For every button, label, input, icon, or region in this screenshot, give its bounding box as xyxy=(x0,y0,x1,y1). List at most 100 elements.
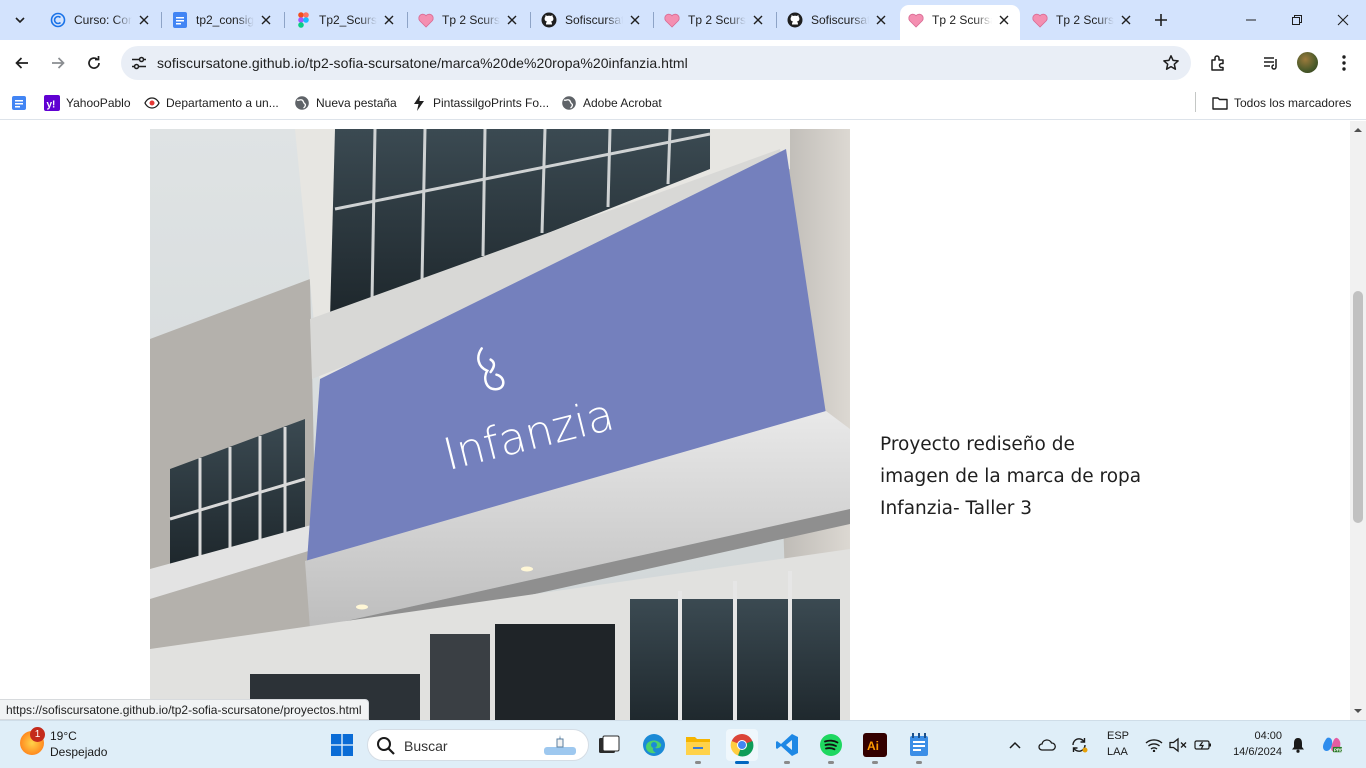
taskbar-search[interactable]: Buscar xyxy=(367,729,589,761)
svg-text:PRE: PRE xyxy=(1334,747,1342,752)
close-icon[interactable] xyxy=(873,12,889,28)
tab-tp2-consigna[interactable]: tp2_consigna xyxy=(164,6,282,34)
site-settings-icon[interactable] xyxy=(129,53,149,73)
bookmark-label: PintassilgoPrints Fo... xyxy=(433,96,550,110)
bookmarks-divider xyxy=(1195,92,1196,112)
copilot-icon: PRE xyxy=(1323,737,1342,752)
restore-icon xyxy=(1292,15,1302,25)
tab-github[interactable]: Sofiscursatone xyxy=(779,6,897,34)
heart-icon xyxy=(418,12,434,28)
new-tab-button[interactable] xyxy=(1150,9,1172,31)
vscode-app[interactable] xyxy=(771,729,803,764)
link-status-bar: https://sofiscursatone.github.io/tp2-sof… xyxy=(0,699,369,720)
heart-icon xyxy=(1032,12,1048,28)
chrome-app[interactable] xyxy=(726,729,758,764)
heart-icon xyxy=(664,12,680,28)
profile-avatar[interactable] xyxy=(1297,52,1318,73)
bookmark-docs[interactable] xyxy=(11,92,33,114)
tab-github[interactable]: Sofiscursatone xyxy=(533,6,651,34)
docs-icon xyxy=(11,95,27,111)
close-icon[interactable] xyxy=(136,12,152,28)
tab-title: Curso: Comunicación xyxy=(74,13,132,27)
close-icon[interactable] xyxy=(504,12,520,28)
close-window-button[interactable] xyxy=(1320,0,1366,40)
search-icon xyxy=(377,737,395,755)
forward-button[interactable] xyxy=(42,47,74,79)
tab-search-button[interactable] xyxy=(8,8,32,32)
page-scrollbar[interactable] xyxy=(1350,121,1366,720)
notepad-app[interactable] xyxy=(903,729,935,764)
minimize-button[interactable] xyxy=(1228,0,1274,40)
restore-button[interactable] xyxy=(1274,0,1320,40)
battery-button[interactable] xyxy=(1193,735,1213,755)
scroll-up-arrow-icon[interactable] xyxy=(1354,126,1362,134)
scroll-down-arrow-icon[interactable] xyxy=(1354,707,1362,715)
minimize-icon xyxy=(1246,19,1256,21)
folder-icon xyxy=(1212,95,1228,111)
sync-button[interactable] xyxy=(1069,735,1089,755)
tab-title: Tp2_Scursatone xyxy=(319,13,377,27)
bookmark-departamento[interactable]: Departamento a un... xyxy=(144,92,279,114)
reload-button[interactable] xyxy=(78,47,110,79)
media-control-icon[interactable] xyxy=(1259,51,1283,75)
illustrator-app[interactable]: Ai xyxy=(859,729,891,764)
close-icon[interactable] xyxy=(627,12,643,28)
weather-condition: Despejado xyxy=(50,745,108,759)
task-view-button[interactable] xyxy=(593,729,625,761)
close-icon xyxy=(1337,14,1349,26)
wifi-icon xyxy=(1145,739,1163,752)
tab-curso[interactable]: Curso: Comunicación xyxy=(42,6,160,34)
menu-icon[interactable] xyxy=(1332,51,1356,75)
close-icon[interactable] xyxy=(750,12,766,28)
keyboard-layout: LAA xyxy=(1107,746,1128,758)
edge-icon xyxy=(643,734,665,756)
wifi-button[interactable] xyxy=(1144,735,1164,755)
bookmark-star-icon[interactable] xyxy=(1161,53,1181,73)
start-button[interactable] xyxy=(326,729,358,761)
tab-strip: Curso: Comunicación tp2_consigna Tp2_Scu… xyxy=(0,0,1366,40)
project-image: Infanzia xyxy=(150,129,850,720)
page-content: Infanzia Proyecto rediseño de imagen de … xyxy=(0,121,1350,720)
bookmark-adobe-acrobat[interactable]: Adobe Acrobat xyxy=(561,92,662,114)
address-bar[interactable]: sofiscursatone.github.io/tp2-sofia-scurs… xyxy=(121,46,1191,80)
onedrive-button[interactable] xyxy=(1037,735,1057,755)
arrow-right-icon xyxy=(52,57,65,69)
spotify-app[interactable] xyxy=(815,729,847,764)
tab-tp2-scursatone[interactable]: Tp 2 Scursatone xyxy=(656,6,774,34)
back-button[interactable] xyxy=(6,47,38,79)
bookmark-label: Nueva pestaña xyxy=(316,96,397,110)
tab-divider xyxy=(530,12,531,28)
bookmark-yahoopablo[interactable]: y! YahooPablo xyxy=(44,92,131,114)
tab-figma[interactable]: Tp2_Scursatone xyxy=(287,6,405,34)
volume-button[interactable] xyxy=(1168,735,1188,755)
file-explorer-app[interactable] xyxy=(682,729,714,764)
plus-icon xyxy=(1155,14,1167,26)
all-bookmarks-button[interactable]: Todos los marcadores xyxy=(1212,92,1351,114)
close-icon[interactable] xyxy=(381,12,397,28)
edge-app[interactable] xyxy=(638,729,670,761)
tab-divider xyxy=(407,12,408,28)
vscode-icon xyxy=(776,734,798,756)
tab-active[interactable]: Tp 2 Scursatone xyxy=(900,5,1020,40)
tab-title: Tp 2 Scursatone xyxy=(932,13,992,27)
chrome-icon xyxy=(730,734,754,757)
globe-icon xyxy=(294,95,310,111)
notifications-button[interactable] xyxy=(1288,735,1308,755)
close-icon[interactable] xyxy=(258,12,274,28)
url-text[interactable]: sofiscursatone.github.io/tp2-sofia-scurs… xyxy=(157,55,688,71)
svg-text:y!: y! xyxy=(47,100,56,111)
project-description: Proyecto rediseño de imagen de la marca … xyxy=(880,434,1142,519)
extensions-icon[interactable] xyxy=(1206,51,1230,75)
tray-overflow-button[interactable] xyxy=(1005,735,1025,755)
tab-tp2-scursatone[interactable]: Tp 2 Scursatone xyxy=(1024,6,1142,34)
tab-tp2-scursatone[interactable]: Tp 2 Scursatone xyxy=(410,6,528,34)
bookmark-nueva-pestana[interactable]: Nueva pestaña xyxy=(294,92,397,114)
close-icon[interactable] xyxy=(996,12,1012,28)
battery-charging-icon xyxy=(1194,740,1211,750)
spotify-icon xyxy=(820,734,842,756)
bookmark-pintassilgo[interactable]: PintassilgoPrints Fo... xyxy=(411,92,549,114)
tab-title: Tp 2 Scursatone xyxy=(688,13,746,27)
close-icon[interactable] xyxy=(1118,12,1134,28)
scrollbar-thumb[interactable] xyxy=(1353,291,1363,523)
copilot-button[interactable]: PRE xyxy=(1322,735,1342,755)
